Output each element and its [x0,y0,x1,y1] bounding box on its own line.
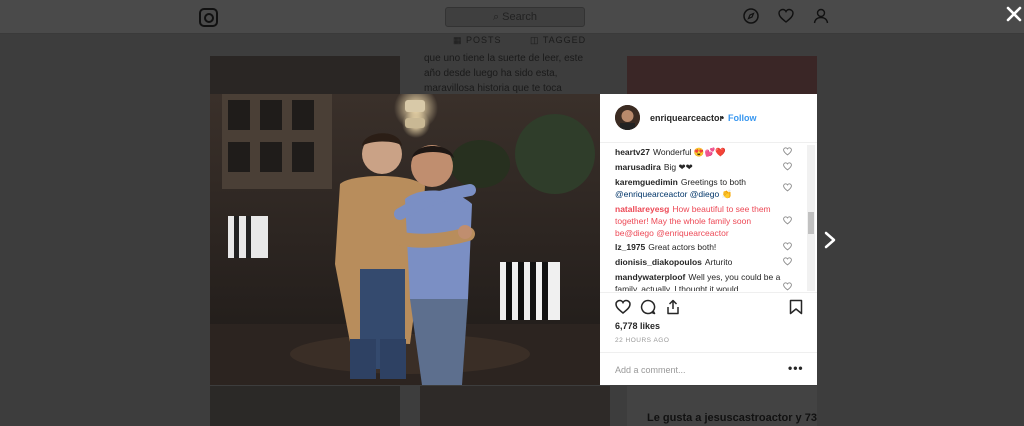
comment-like-icon[interactable] [783,183,792,192]
heart-icon[interactable] [615,299,631,315]
comment-text: Big ❤❤ [663,162,693,172]
comment-item: mandywaterploof Well yes, you could be a … [615,271,785,291]
comment-like-icon[interactable] [783,242,792,251]
comment-text: Greetings to both [680,177,747,187]
grid-tile [627,56,817,94]
post-header: enriquearceactor • Follow [600,94,817,143]
comment-item: lz_1975 Great actors both! [615,241,785,253]
comment-like-icon[interactable] [783,216,792,225]
avatar-image [615,105,640,130]
tab-posts: ▦ POSTS [453,35,502,45]
comment-username[interactable]: mandywaterploof [615,272,685,282]
instagram-logo [199,8,218,27]
comment-text: Arturito [704,257,733,267]
add-comment-placeholder[interactable]: Add a comment... [615,365,686,375]
background-search-input: ⌕ Search [445,7,585,27]
grid-tile [210,386,400,426]
comment-mentions[interactable]: @enriquearceactor @diego 👏 [615,189,732,199]
comments-scrollbar[interactable] [807,145,815,291]
comment-item: heartv27 Wonderful 😍💕❤️ [615,146,785,158]
scrollbar-thumb[interactable] [808,212,814,234]
more-options-button[interactable]: ••• [788,361,804,375]
post-timestamp: 22 HOURS AGO [615,337,670,344]
post-photo [210,94,600,385]
close-icon[interactable] [1005,5,1023,23]
grid-tile-caption: que uno tiene la suerte de leer, este añ… [424,53,584,94]
comment-item: marusadira Big ❤❤ [615,161,785,173]
background-likes: Le gusta a jesuscastroactor y 73 [647,412,817,424]
comment-item: karemguedimin Greetings to both @enriquea… [615,176,785,200]
follow-button[interactable]: Follow [728,113,757,123]
user-icon [813,8,829,24]
tab-tagged: ◫ TAGGED [530,35,587,45]
post-username[interactable]: enriquearceactor [650,113,723,123]
comments-list[interactable]: heartv27 Wonderful 😍💕❤️ marusadira Big ❤❤ … [600,143,817,291]
comment-username[interactable]: natallareyesg [615,204,669,214]
comment-item: natallareyesg How beautiful to see them t… [615,203,785,239]
post-actions [600,292,817,321]
search-icon: ⌕ [492,11,503,23]
comment-like-icon[interactable] [783,162,792,171]
share-icon[interactable] [665,299,681,315]
comment-username[interactable]: dionisis_diakopoulos [615,257,702,267]
grid-tile [210,56,400,94]
comment-like-icon[interactable] [783,257,792,266]
comment-item: dionisis_diakopoulos Arturito [615,256,785,268]
avatar[interactable] [615,105,640,130]
comment-username[interactable]: heartv27 [615,147,650,157]
add-comment-field[interactable]: Add a comment... ••• [600,352,817,386]
post-modal: enriquearceactor • Follow heartv27 Wonder… [210,94,817,385]
separator-dot: • [721,113,725,123]
comment-icon[interactable] [640,299,656,315]
comment-like-icon[interactable] [783,282,792,291]
likes-count[interactable]: 6,778 likes [615,321,660,331]
comment-username[interactable]: lz_1975 [615,242,645,252]
comment-username[interactable]: marusadira [615,162,661,172]
post-photo-image [210,94,600,385]
comment-text: Wonderful 😍💕❤️ [652,147,726,157]
bookmark-icon[interactable] [788,299,804,315]
post-details-panel: enriquearceactor • Follow heartv27 Wonder… [600,94,817,385]
heart-icon [778,8,794,23]
comment-username[interactable]: karemguedimin [615,177,678,187]
compass-icon [743,8,759,24]
grid-tile [420,386,610,426]
comment-like-icon[interactable] [783,147,792,156]
comment-text: Great actors both! [648,242,717,252]
chevron-right-icon[interactable] [822,230,838,250]
